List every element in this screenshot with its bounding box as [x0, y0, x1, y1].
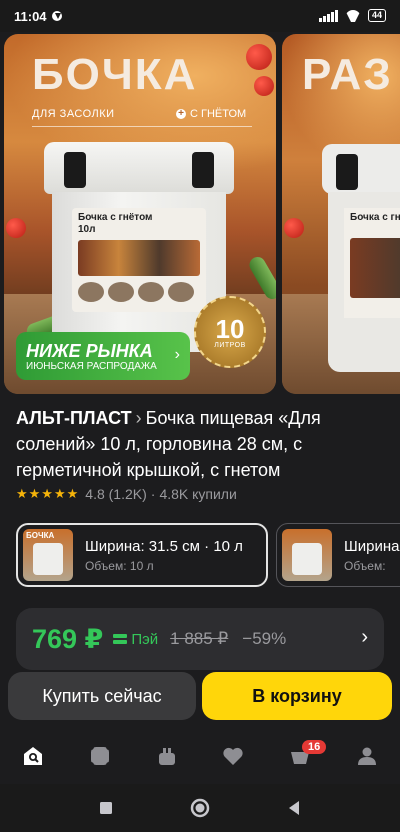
back-triangle-icon [289, 801, 299, 815]
jars-photo [350, 238, 400, 298]
variant-sub-label: Объем: 10 л [85, 558, 154, 573]
product-image-carousel[interactable]: БОЧКА ДЛЯ ЗАСОЛКИ + С ГНЁТОМ Бочка с гнё… [0, 32, 400, 396]
plus-icon: + [176, 109, 186, 119]
nav-shop[interactable] [147, 736, 187, 776]
add-to-cart-button[interactable]: В корзину [202, 672, 392, 720]
divider [32, 126, 252, 127]
slide-title: РАЗ [302, 50, 393, 99]
price-card[interactable]: 769 ₽ Пэй 1 885 ₽ −59% › [16, 608, 384, 670]
variant-main-label: Ширина [344, 537, 400, 555]
barrel-label-title: Бочка с гнётом [350, 212, 400, 223]
barrel-image: Бочка с гнётом [322, 144, 400, 374]
variant-thumbnail [282, 529, 332, 581]
square-icon [100, 802, 112, 814]
barrel-clip [64, 152, 86, 188]
catalog-icon [87, 744, 112, 768]
barrel-lid [322, 144, 400, 194]
cart-count-badge: 16 [301, 740, 327, 754]
barrel-label-volume: 10л [78, 224, 96, 235]
pay-label: Пэй [131, 630, 159, 648]
old-price: 1 885 ₽ [170, 629, 229, 648]
label-thumbnails [78, 282, 194, 302]
home-button[interactable] [188, 796, 212, 820]
back-button[interactable] [282, 796, 306, 820]
separator: · [150, 486, 156, 502]
discount-percent: −59% [242, 629, 287, 648]
chevron-right-icon: › [135, 408, 142, 428]
variant-text: Ширина: 31.5 см · 10 л Объем: 10 л [85, 538, 243, 573]
variant-main-label: Ширина: 31.5 см · 10 л [85, 537, 243, 555]
nav-home[interactable] [13, 736, 53, 776]
jars-photo [78, 240, 200, 276]
stars-icon: ★★★★★ [16, 486, 80, 501]
battery-icon: 44 [367, 9, 386, 22]
system-navigation [0, 784, 400, 832]
promo-banner[interactable]: НИЖЕ РЫНКА ИЮНЬСКАЯ РАСПРОДАЖА › [16, 332, 190, 380]
nav-cart[interactable]: 16 [280, 736, 327, 776]
status-bar: 11:04 44 [0, 0, 400, 32]
barrel-clip [192, 152, 214, 188]
carousel-slide-1[interactable]: БОЧКА ДЛЯ ЗАСОЛКИ + С ГНЁТОМ Бочка с гнё… [4, 34, 276, 394]
variant-text: Ширина Объем: [344, 538, 399, 573]
volume-badge-unit: ЛИТРОВ [214, 341, 246, 349]
bottom-navigation: 16 [0, 728, 400, 784]
nav-profile[interactable] [347, 736, 387, 776]
tomato-decoration [254, 76, 274, 96]
recents-button[interactable] [94, 796, 118, 820]
promo-subtitle: ИЮНЬСКАЯ РАСПРОДАЖА [26, 360, 157, 372]
buy-now-button[interactable]: Купить сейчас [8, 672, 196, 720]
rating-value: 4.8 (1.2K) [85, 486, 147, 502]
tomato-decoration [284, 218, 304, 238]
variant-sub-label: Объем: [344, 558, 386, 573]
current-price: 769 ₽ [32, 623, 104, 654]
slide-subtitle-right: + С ГНЁТОМ [176, 108, 246, 120]
chevron-right-icon: › [361, 626, 368, 648]
barrel-label: Бочка с гнётом [344, 208, 400, 318]
pay-card-icon [113, 634, 128, 644]
profile-icon [357, 747, 376, 765]
product-title-block: АЛЬТ-ПЛАСТ › Бочка пищевая «Для солений» 1… [16, 405, 386, 483]
status-icons: 44 [318, 9, 386, 22]
tomato-decoration [246, 44, 272, 70]
volume-badge-number: 10 [215, 313, 245, 344]
variant-option[interactable]: Ширина Объем: [276, 523, 400, 587]
barrel-label: Бочка с гнётом 10л [72, 208, 206, 312]
heart-icon [223, 747, 243, 765]
chevron-right-icon: › [174, 346, 180, 363]
bag-icon [158, 748, 175, 765]
data-saver-icon [51, 11, 62, 21]
circle-icon [190, 798, 210, 818]
nav-catalog[interactable] [80, 736, 120, 776]
brand-link[interactable]: АЛЬТ-ПЛАСТ [16, 408, 132, 428]
slide-subtitle-right-text: С ГНЁТОМ [190, 108, 247, 120]
slide-subtitle-left: ДЛЯ ЗАСОЛКИ [32, 108, 115, 120]
nav-favorites[interactable] [213, 736, 253, 776]
promo-title: НИЖЕ РЫНКА [26, 340, 153, 361]
carousel-slide-2[interactable]: РАЗ Бочка с гнётом [282, 34, 400, 394]
purchase-count: 4.8K купили [159, 486, 237, 502]
tomato-decoration [6, 218, 26, 238]
variant-thumbnail: БОЧКА [23, 529, 73, 581]
barrel-clip [336, 154, 358, 190]
wifi-icon [345, 10, 361, 22]
volume-badge: 10 ЛИТРОВ [194, 296, 266, 368]
barrel-label-title: Бочка с гнётом [78, 212, 153, 223]
variant-thumbnail-text: БОЧКА [26, 531, 55, 540]
home-search-icon [24, 747, 43, 765]
status-time: 11:04 [14, 8, 47, 24]
variant-option-selected[interactable]: БОЧКА Ширина: 31.5 см · 10 л Объем: 10 л [16, 523, 268, 587]
rating-row[interactable]: ★★★★★ 4.8 (1.2K) · 4.8K купили [16, 486, 237, 502]
slide-title: БОЧКА [32, 50, 198, 99]
signal-icon [318, 10, 338, 22]
